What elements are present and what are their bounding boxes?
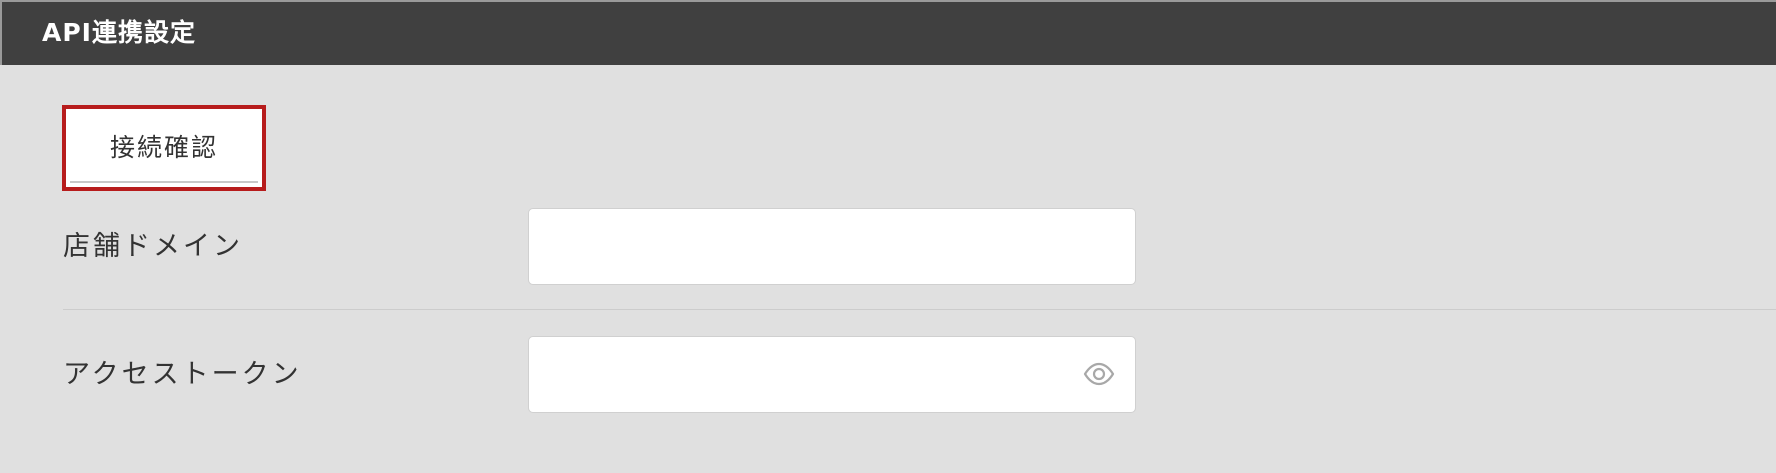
panel-header: API連携設定: [0, 0, 1776, 65]
access-token-input[interactable]: [528, 336, 1136, 413]
panel-title: API連携設定: [42, 18, 196, 47]
settings-content: 接続確認 店舗ドメイン アクセストークン: [0, 65, 1776, 473]
connect-check-button[interactable]: 接続確認: [70, 113, 258, 183]
domain-label: 店舗ドメイン: [63, 231, 243, 262]
row-divider: [63, 309, 1776, 310]
connect-check-highlight: 接続確認: [62, 105, 266, 191]
eye-icon[interactable]: [1083, 361, 1115, 387]
access-token-label: アクセストークン: [63, 359, 302, 390]
domain-input[interactable]: [528, 208, 1136, 285]
